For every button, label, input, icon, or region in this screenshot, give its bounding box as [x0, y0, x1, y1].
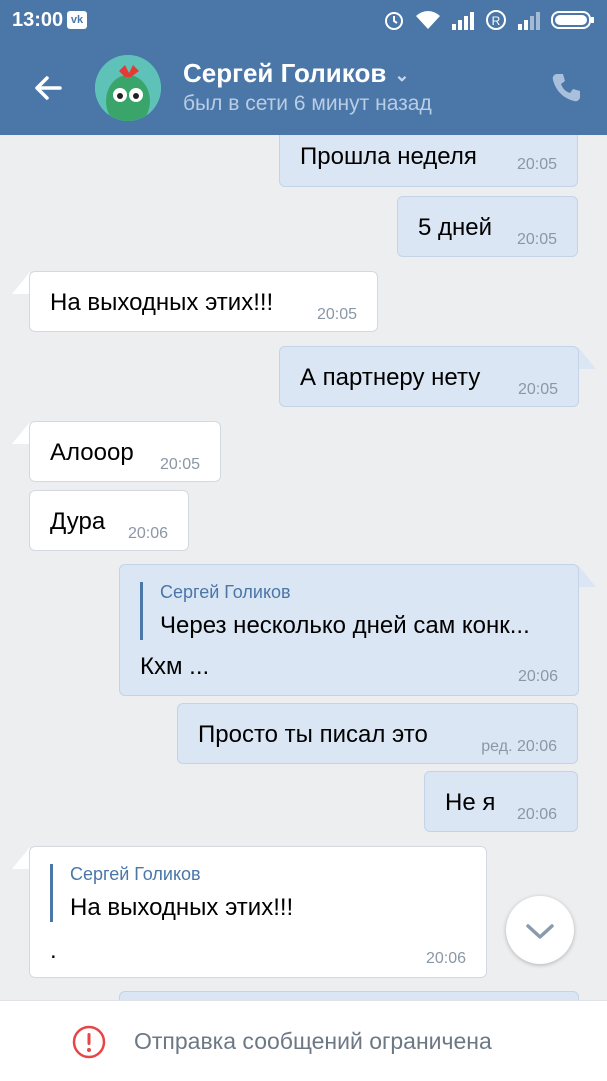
bubble-tail [12, 847, 30, 869]
signal-icon [452, 12, 474, 30]
reply-quote-bar [140, 582, 143, 640]
contact-name-text: Сергей Голиков [183, 58, 387, 88]
phone-icon[interactable] [548, 70, 584, 106]
message-text: Не я [445, 789, 496, 816]
reply-quote-bar [50, 864, 53, 922]
message-incoming-reply[interactable]: Сергей Голиков На выходных этих!!! . 20:… [29, 846, 487, 978]
message-time: 20:05 [516, 156, 557, 173]
chat-header: Сергей Голиков ⌄ был в сети 6 минут назад [0, 40, 607, 135]
message-text: Алооор [50, 439, 134, 466]
message-time: 20:05 [516, 231, 557, 248]
cactus-avatar-icon [95, 55, 161, 121]
status-bar: 13:00 vk R [0, 0, 607, 40]
message-time: 20:05 [316, 306, 357, 323]
restricted-text: Отправка сообщений ограничена [134, 1028, 492, 1054]
signal-icon-2 [518, 12, 540, 30]
back-arrow-icon[interactable] [28, 68, 68, 108]
message-text: 5 дней [418, 214, 493, 241]
status-time: 13:00 [12, 9, 64, 31]
message-text: Дура [50, 508, 106, 535]
message-text: Просто ты писал это [198, 721, 428, 748]
contact-status: был в сети 6 минут назад [183, 92, 432, 115]
chevron-down-icon: ⌄ [394, 64, 410, 85]
message-outgoing[interactable]: 5 дней 20:05 [397, 196, 578, 257]
reply-quote-text: На выходных этих!!! [70, 894, 294, 921]
avatar[interactable] [95, 55, 161, 121]
reply-author: Сергей Голиков [70, 864, 201, 884]
message-time: 20:06 [127, 525, 168, 542]
message-time: 20:06 [425, 950, 466, 967]
alarm-icon [385, 12, 403, 30]
bubble-tail [12, 422, 30, 444]
message-outgoing[interactable]: Прошла неделя 20:05 [279, 135, 578, 187]
message-incoming[interactable]: На выходных этих!!! 20:05 [29, 271, 378, 332]
message-text: Кхм ... [140, 653, 210, 680]
message-time: 20:05 [159, 456, 200, 473]
message-incoming[interactable]: Дура 20:06 [29, 490, 189, 551]
message-text: Прошла неделя [300, 143, 477, 170]
message-time: 20:06 [516, 806, 557, 823]
message-list[interactable]: Прошла неделя 20:05 5 дней 20:05 На выхо… [0, 135, 607, 1000]
message-text: А партнеру нету [300, 364, 481, 391]
message-text: На выходных этих!!! [50, 289, 274, 316]
message-time: 20:06 [517, 668, 558, 685]
message-text: . [50, 937, 57, 964]
message-outgoing[interactable]: Просто ты писал это ред. 20:06 [177, 703, 578, 764]
contact-name[interactable]: Сергей Голиков ⌄ [183, 58, 409, 89]
reply-author: Сергей Голиков [160, 582, 291, 602]
status-icons: R [383, 8, 595, 32]
wifi-icon [416, 11, 440, 29]
chevron-down-icon [526, 924, 554, 939]
vk-notification-icon: vk [67, 11, 87, 29]
message-outgoing-partial[interactable] [119, 991, 579, 1000]
reply-quote-text: Через несколько дней сам конк... [160, 612, 530, 639]
scroll-down-button[interactable] [506, 896, 574, 964]
bubble-tail [578, 565, 596, 587]
svg-text:R: R [492, 14, 501, 28]
message-edited-time: ред. 20:06 [481, 738, 557, 755]
message-outgoing-reply[interactable]: Сергей Голиков Через несколько дней сам … [119, 564, 579, 696]
bubble-tail [12, 272, 30, 294]
message-outgoing[interactable]: Не я 20:06 [424, 771, 578, 832]
roaming-icon: R [486, 10, 506, 30]
warning-icon [72, 1025, 106, 1059]
battery-icon [551, 11, 594, 29]
messaging-restricted-bar: Отправка сообщений ограничена [0, 1000, 607, 1081]
message-time: 20:05 [517, 381, 558, 398]
message-outgoing[interactable]: А партнеру нету 20:05 [279, 346, 579, 407]
message-incoming[interactable]: Алооор 20:05 [29, 421, 221, 482]
bubble-tail [578, 347, 596, 369]
